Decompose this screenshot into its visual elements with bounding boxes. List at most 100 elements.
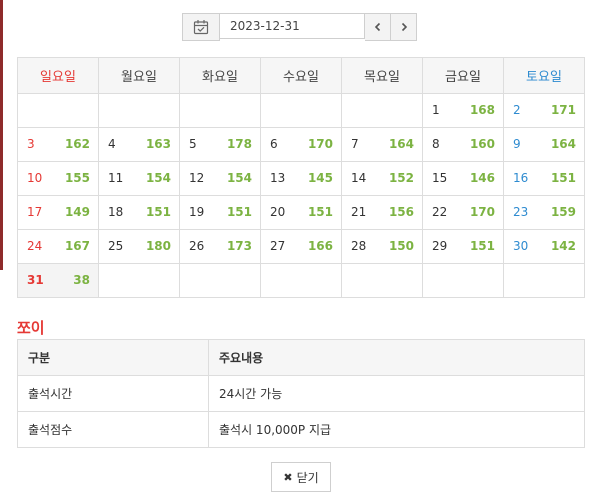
day-points: 151 — [145, 205, 171, 219]
day-number: 29 — [432, 239, 448, 253]
close-icon: ✖ — [283, 470, 293, 484]
calendar-empty-cell — [260, 93, 342, 128]
calendar-day-cell[interactable]: 16 151 — [503, 161, 585, 196]
day-number: 2 — [513, 103, 521, 117]
day-points: 171 — [550, 103, 576, 117]
calendar-button[interactable] — [182, 13, 220, 41]
day-points: 166 — [307, 239, 333, 253]
calendar-day-cell[interactable]: 22 170 — [422, 195, 504, 230]
section-title: 쪼이 — [17, 319, 45, 337]
calendar-day-cell[interactable]: 30 142 — [503, 229, 585, 264]
close-button[interactable]: ✖ 닫기 — [271, 462, 331, 492]
calendar-day-cell[interactable]: 7 164 — [341, 127, 423, 162]
day-number: 18 — [108, 205, 124, 219]
info-header-content: 주요내용 — [208, 339, 585, 376]
day-number: 17 — [27, 205, 43, 219]
weekday-header-row: 일요일 월요일 화요일 수요일 목요일 금요일 토요일 — [17, 57, 585, 94]
day-number: 25 — [108, 239, 124, 253]
day-number: 8 — [432, 137, 440, 151]
weekday-wednesday: 수요일 — [260, 57, 342, 94]
day-number: 15 — [432, 171, 448, 185]
calendar-empty-cell — [422, 263, 504, 298]
calendar-empty-cell — [341, 93, 423, 128]
calendar-empty-cell — [503, 263, 585, 298]
date-input[interactable] — [220, 13, 365, 39]
calendar-day-cell[interactable]: 26 173 — [179, 229, 261, 264]
day-number: 3 — [27, 137, 35, 151]
calendar-day-cell[interactable]: 1 168 — [422, 93, 504, 128]
day-number: 4 — [108, 137, 116, 151]
day-points: 167 — [64, 239, 90, 253]
calendar-empty-cell — [341, 263, 423, 298]
calendar-day-cell[interactable]: 8 160 — [422, 127, 504, 162]
calendar-day-cell[interactable]: 11 154 — [98, 161, 180, 196]
weekday-sunday: 일요일 — [17, 57, 99, 94]
calendar-day-cell[interactable]: 20 151 — [260, 195, 342, 230]
calendar-day-cell[interactable]: 3 162 — [17, 127, 99, 162]
day-points: 170 — [469, 205, 495, 219]
calendar-day-cell[interactable]: 9 164 — [503, 127, 585, 162]
day-number: 6 — [270, 137, 278, 151]
day-points: 180 — [145, 239, 171, 253]
next-date-button[interactable] — [391, 13, 417, 41]
calendar-day-cell[interactable]: 10 155 — [17, 161, 99, 196]
day-points: 38 — [73, 273, 90, 287]
calendar-day-cell[interactable]: 31 38 — [17, 263, 99, 298]
day-points: 163 — [145, 137, 171, 151]
calendar-empty-cell — [179, 263, 261, 298]
day-number: 11 — [108, 171, 124, 185]
weekday-friday: 금요일 — [422, 57, 504, 94]
calendar-day-cell[interactable]: 19 151 — [179, 195, 261, 230]
day-number: 9 — [513, 137, 521, 151]
info-cell-category: 출석시간 — [17, 375, 209, 412]
calendar-icon — [193, 20, 209, 35]
day-points: 151 — [550, 171, 576, 185]
calendar-day-cell[interactable]: 4 163 — [98, 127, 180, 162]
day-number: 10 — [27, 171, 43, 185]
calendar-day-cell[interactable]: 23 159 — [503, 195, 585, 230]
day-number: 27 — [270, 239, 286, 253]
calendar-week-row: 31 38 — [17, 263, 585, 298]
day-number: 22 — [432, 205, 448, 219]
calendar-week-row: 17 149 18 151 19 151 20 151 21 156 22 170 23 159 — [17, 195, 585, 230]
day-points: 155 — [64, 171, 90, 185]
calendar-day-cell[interactable]: 28 150 — [341, 229, 423, 264]
day-number: 24 — [27, 239, 43, 253]
day-points: 168 — [469, 103, 495, 117]
day-number: 26 — [189, 239, 205, 253]
day-points: 146 — [469, 171, 495, 185]
calendar-day-cell[interactable]: 2 171 — [503, 93, 585, 128]
calendar-week-row: 24 167 25 180 26 173 27 166 28 150 29 151 30 142 — [17, 229, 585, 264]
info-cell-content: 24시간 가능 — [208, 375, 585, 412]
close-button-label: 닫기 — [296, 470, 319, 485]
calendar-day-cell[interactable]: 24 167 — [17, 229, 99, 264]
calendar-day-cell[interactable]: 14 152 — [341, 161, 423, 196]
calendar-day-cell[interactable]: 27 166 — [260, 229, 342, 264]
background-edge — [0, 0, 3, 270]
weekday-saturday: 토요일 — [503, 57, 585, 94]
calendar-day-cell[interactable]: 12 154 — [179, 161, 261, 196]
info-table: 구분 주요내용 출석시간 24시간 가능 출석점수 출석시 10,000P 지급 — [17, 339, 585, 448]
calendar-day-cell[interactable]: 13 145 — [260, 161, 342, 196]
calendar-day-cell[interactable]: 17 149 — [17, 195, 99, 230]
calendar-day-cell[interactable]: 21 156 — [341, 195, 423, 230]
day-number: 16 — [513, 171, 529, 185]
calendar-day-cell[interactable]: 29 151 — [422, 229, 504, 264]
day-points: 142 — [550, 239, 576, 253]
chevron-right-icon — [401, 22, 407, 32]
calendar-week-row: 3 162 4 163 5 178 6 170 7 164 8 160 9 164 — [17, 127, 585, 162]
calendar-empty-cell — [260, 263, 342, 298]
day-number: 13 — [270, 171, 286, 185]
calendar-day-cell[interactable]: 6 170 — [260, 127, 342, 162]
calendar-day-cell[interactable]: 25 180 — [98, 229, 180, 264]
calendar-day-cell[interactable]: 18 151 — [98, 195, 180, 230]
prev-date-button[interactable] — [365, 13, 391, 41]
day-points: 149 — [64, 205, 90, 219]
calendar-day-cell[interactable]: 15 146 — [422, 161, 504, 196]
day-points: 170 — [307, 137, 333, 151]
chevron-left-icon — [374, 22, 380, 32]
calendar-day-cell[interactable]: 5 178 — [179, 127, 261, 162]
day-points: 151 — [307, 205, 333, 219]
day-number: 1 — [432, 103, 440, 117]
day-number: 31 — [27, 273, 44, 287]
